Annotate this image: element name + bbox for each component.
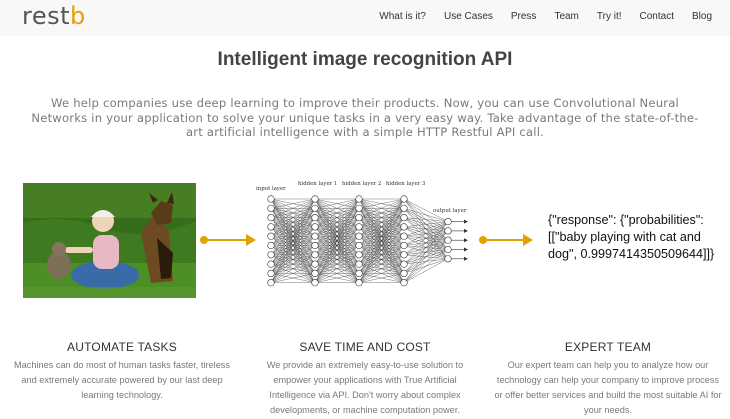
page-title: Intelligent image recognition API [217,49,513,70]
nn-node [355,260,363,268]
arrow-to-network [200,234,256,246]
feature-text: Machines can do most of human tasks fast… [13,360,230,400]
label-output-layer: output layer [433,208,467,214]
nn-node [267,232,275,240]
nn-node [267,279,275,287]
feature-expert-team: EXPERT TEAM Our expert team can help you… [494,340,722,418]
nn-node [400,204,408,212]
nav-try-it[interactable]: Try it! [597,11,622,22]
nav-what-is-it[interactable]: What is it? [379,11,426,22]
nn-output-arrowhead [464,238,468,243]
nn-node [355,204,363,212]
nav-use-cases[interactable]: Use Cases [444,11,493,22]
nn-node [355,195,363,203]
nn-node [267,251,275,259]
nn-node [311,260,319,268]
nav-blog[interactable]: Blog [692,11,712,22]
nn-node [311,204,319,212]
nav-team[interactable]: Team [554,11,578,22]
nn-node [400,241,408,250]
nn-output-arrowhead [464,228,468,233]
nn-node [355,223,363,231]
nn-node [400,223,408,231]
nav-contact[interactable]: Contact [640,11,674,22]
feature-title: SAVE TIME AND COST [299,340,431,354]
intro-text: We help companies use deep learning to i… [31,96,699,139]
nn-node [355,279,363,287]
nn-node [267,204,275,212]
nn-node [400,260,408,268]
nn-node [267,223,275,231]
example-photo [23,183,196,298]
main-nav: What is it? Use Cases Press Team Try it!… [361,11,712,22]
nn-node [311,251,319,259]
nn-output-arrowhead [464,256,468,261]
feature-automate-tasks: AUTOMATE TASKS Machines can do most of h… [8,340,236,403]
feature-title: AUTOMATE TASKS [67,340,177,354]
feature-text: We provide an extremely easy-to-use solu… [266,360,464,415]
label-input-layer: input layer [256,186,286,192]
nn-node [311,195,319,203]
nn-node [444,227,452,235]
nn-node [400,195,408,203]
nn-node [267,260,275,268]
nn-output-arrowhead [464,247,468,252]
nn-node [355,251,363,259]
label-hidden-layer-3: hidden layer 3 [386,181,426,187]
neural-network-diagram: input layer hidden layer 1 hidden layer … [256,181,468,287]
label-hidden-layer-2: hidden layer 2 [342,181,381,187]
api-response: {"response": {"probabilities": [["baby p… [548,213,715,261]
feature-title: EXPERT TEAM [564,340,652,354]
feature-save-time: SAVE TIME AND COST We provide an extreme… [251,340,479,418]
nn-node [355,241,363,250]
logo-accent: b [70,2,86,30]
site-header: restb What is it? Use Cases Press Team T… [0,0,730,36]
nn-node [444,236,452,244]
nn-node [311,241,319,250]
nn-node [267,241,275,250]
nn-node [444,217,452,226]
nn-node [400,269,408,277]
nn-node [400,213,408,222]
nav-press[interactable]: Press [511,11,537,22]
nn-node [311,269,319,277]
nn-node [400,232,408,240]
nn-node [355,232,363,240]
nn-node [444,255,452,263]
arrow-to-response [479,234,533,246]
nn-node [355,269,363,277]
nn-node [311,279,319,287]
nn-node [267,269,275,277]
nn-node [355,213,363,222]
nn-node [311,223,319,231]
nn-node [267,213,275,222]
nn-node [444,245,452,254]
nn-node [400,251,408,259]
nn-node [311,213,319,222]
nn-node [267,195,275,203]
nn-node [311,232,319,240]
logo-text: rest [22,2,71,30]
label-hidden-layer-1: hidden layer 1 [298,181,337,187]
nn-output-arrowhead [464,219,468,224]
nn-node [400,279,408,287]
feature-text: Our expert team can help you to analyze … [494,360,722,415]
restb-logo[interactable]: restb [22,2,86,30]
photo-illustration [23,183,196,298]
